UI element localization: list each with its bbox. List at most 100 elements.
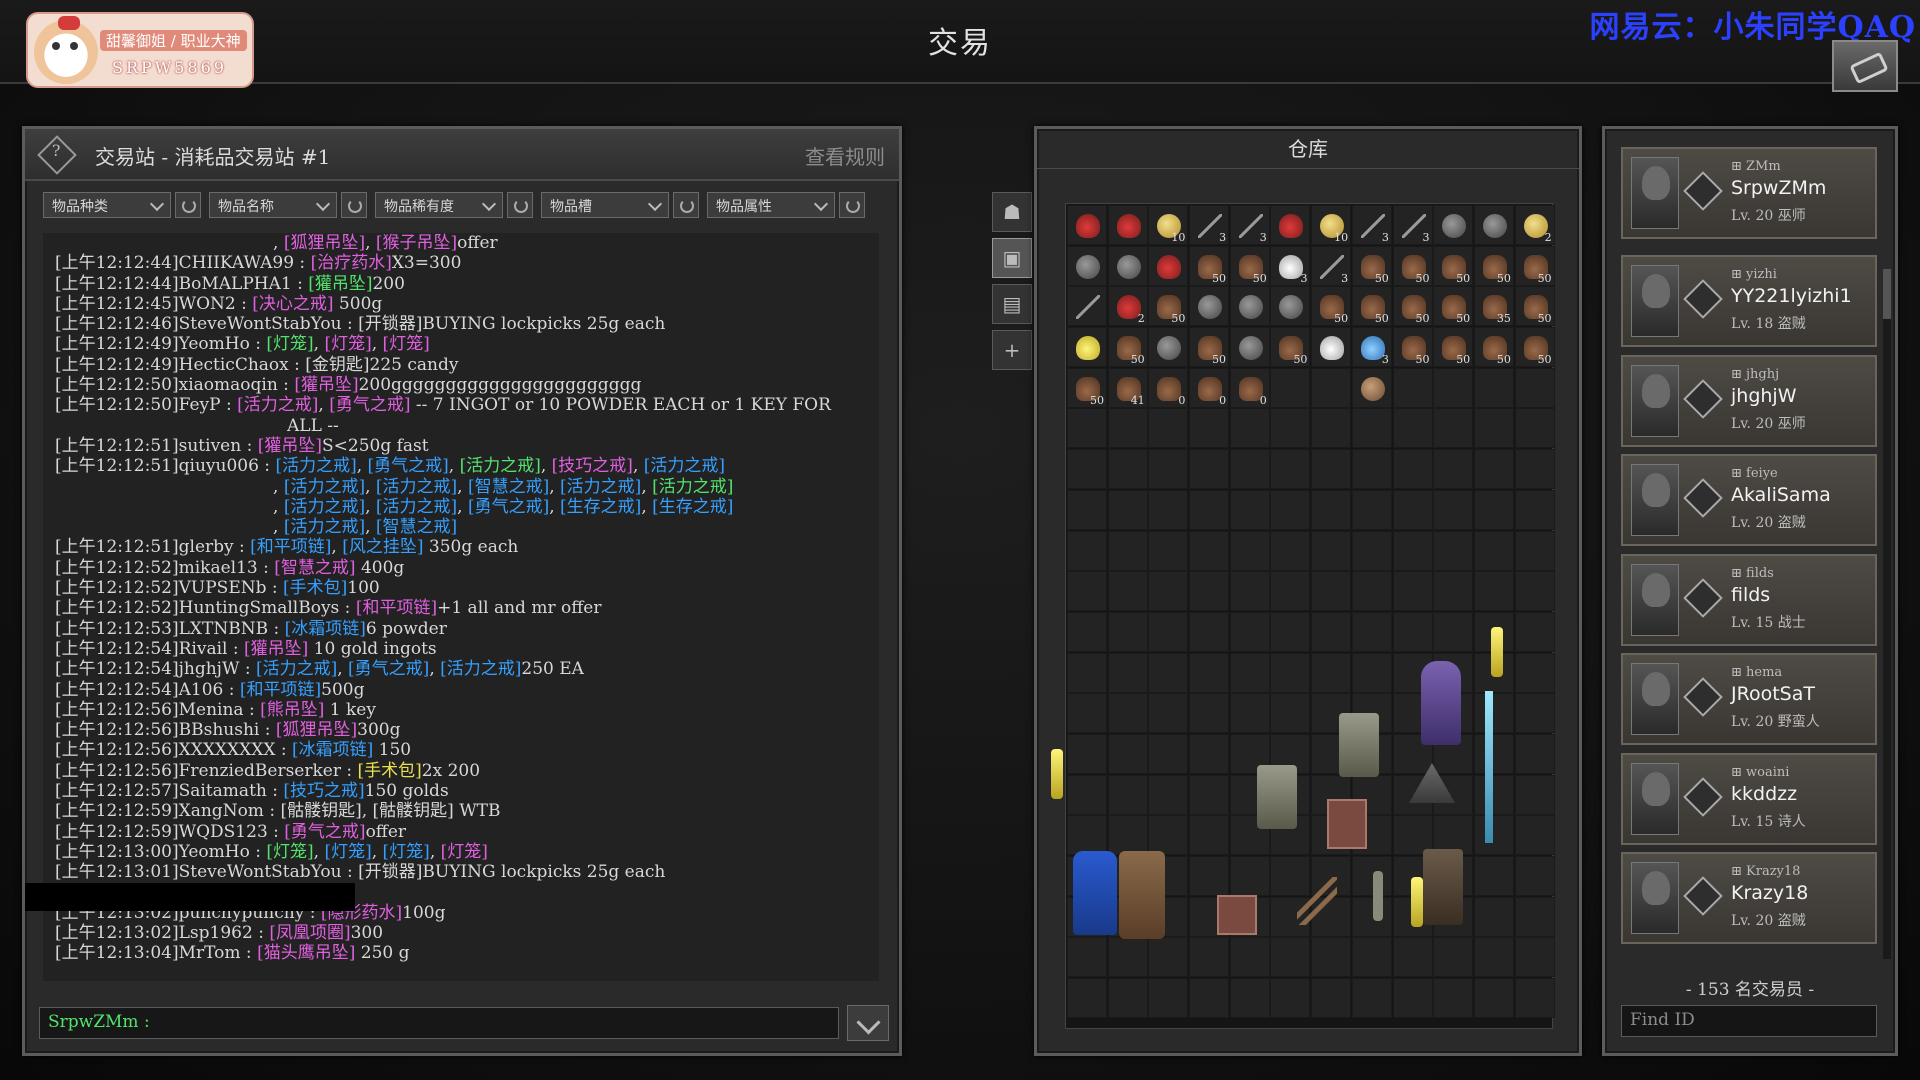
- item-link[interactable]: [活力之戒]: [284, 517, 365, 537]
- storage-slot[interactable]: [1148, 774, 1189, 815]
- trader-row[interactable]: ⊞ filds filds Lv. 15 战士: [1621, 553, 1877, 646]
- item-link[interactable]: [冰霜项链]: [285, 619, 366, 639]
- storage-slot[interactable]: [1229, 327, 1270, 368]
- storage-slot[interactable]: [1229, 449, 1270, 490]
- storage-slot[interactable]: [1107, 571, 1148, 612]
- storage-slot[interactable]: [1392, 367, 1433, 408]
- storage-slot[interactable]: [1514, 774, 1555, 815]
- storage-slot[interactable]: [1514, 815, 1555, 856]
- refresh-icon[interactable]: [507, 192, 533, 218]
- storage-slot[interactable]: [1473, 571, 1514, 612]
- item-link[interactable]: [活力之戒]: [644, 456, 725, 476]
- storage-slot[interactable]: [1067, 408, 1107, 449]
- storage-slot[interactable]: [1514, 408, 1555, 449]
- storage-slot[interactable]: [1229, 571, 1270, 612]
- storage-slot[interactable]: 50: [1392, 245, 1433, 286]
- spellbook-item[interactable]: [1217, 895, 1257, 935]
- storage-slot[interactable]: [1270, 286, 1311, 327]
- storage-slot[interactable]: [1351, 367, 1392, 408]
- storage-slot[interactable]: [1107, 937, 1148, 978]
- storage-slot[interactable]: [1311, 408, 1352, 449]
- item-link[interactable]: [勇气之戒]: [368, 456, 449, 476]
- item-link[interactable]: [手术包]: [358, 761, 422, 781]
- storage-slot[interactable]: [1148, 489, 1189, 530]
- item-link[interactable]: [智慧之戒]: [468, 477, 549, 497]
- item-link[interactable]: [冰霜项链]: [292, 740, 373, 760]
- item-link[interactable]: [活力之戒]: [256, 659, 337, 679]
- storage-slot[interactable]: [1270, 571, 1311, 612]
- storage-slot[interactable]: [1433, 408, 1474, 449]
- storage-slot[interactable]: [1433, 937, 1474, 978]
- storage-slot[interactable]: [1473, 205, 1514, 245]
- item-link[interactable]: [活力之戒]: [460, 456, 541, 476]
- spellbook-item[interactable]: [1327, 799, 1367, 849]
- item-link[interactable]: [和平项链]: [250, 537, 331, 557]
- storage-slot[interactable]: [1473, 733, 1514, 774]
- storage-slot[interactable]: [1392, 571, 1433, 612]
- storage-slot[interactable]: [1189, 937, 1230, 978]
- item-link[interactable]: [狐狸吊坠]: [276, 720, 357, 740]
- storage-slot[interactable]: [1311, 489, 1352, 530]
- item-link[interactable]: [獾吊坠]: [308, 274, 372, 294]
- storage-slot[interactable]: [1067, 611, 1107, 652]
- storage-slot[interactable]: [1514, 693, 1555, 734]
- storage-slot[interactable]: [1473, 978, 1514, 1019]
- storage-slot[interactable]: [1311, 937, 1352, 978]
- item-link[interactable]: [智慧之戒]: [376, 517, 457, 537]
- filter-rarity[interactable]: 物品稀有度: [375, 192, 503, 218]
- storage-slot[interactable]: [1351, 856, 1392, 896]
- storage-slot[interactable]: [1229, 856, 1270, 896]
- arrows-item[interactable]: [1297, 877, 1337, 925]
- storage-slot[interactable]: [1311, 978, 1352, 1019]
- storage-slot[interactable]: [1270, 449, 1311, 490]
- storage-slot[interactable]: [1473, 367, 1514, 408]
- storage-slot[interactable]: [1067, 530, 1107, 571]
- item-link[interactable]: [生存之戒]: [652, 497, 733, 517]
- storage-slot[interactable]: [1107, 205, 1148, 245]
- item-link[interactable]: [勇气之戒]: [468, 497, 549, 517]
- storage-slot[interactable]: [1189, 733, 1230, 774]
- storage-slot[interactable]: 50: [1473, 327, 1514, 368]
- storage-slot[interactable]: [1311, 652, 1352, 693]
- chat-input[interactable]: SrpwZMm :: [39, 1007, 839, 1039]
- item-link[interactable]: [勇气之戒]: [329, 395, 410, 415]
- storage-slot[interactable]: [1229, 408, 1270, 449]
- storage-slot[interactable]: [1270, 408, 1311, 449]
- storage-slot[interactable]: [1067, 205, 1107, 245]
- storage-slot[interactable]: [1351, 408, 1392, 449]
- storage-slot[interactable]: [1311, 611, 1352, 652]
- storage-slot[interactable]: [1189, 408, 1230, 449]
- storage-slot[interactable]: [1270, 530, 1311, 571]
- tab-storage-icon[interactable]: ▤: [992, 284, 1032, 324]
- storage-slot[interactable]: [1148, 449, 1189, 490]
- storage-slot[interactable]: [1148, 408, 1189, 449]
- item-link[interactable]: [生存之戒]: [560, 497, 641, 517]
- vial-item[interactable]: [1411, 877, 1423, 927]
- storage-slot[interactable]: [1229, 286, 1270, 327]
- storage-slot[interactable]: [1351, 896, 1392, 937]
- storage-slot[interactable]: [1311, 367, 1352, 408]
- storage-slot[interactable]: 50: [1148, 286, 1189, 327]
- storage-slot[interactable]: [1229, 530, 1270, 571]
- trader-row[interactable]: ⊞ jhghj jhghjW Lv. 20 巫师: [1621, 354, 1877, 447]
- storage-slot[interactable]: [1473, 856, 1514, 896]
- storage-slot[interactable]: [1107, 449, 1148, 490]
- storage-slot[interactable]: [1392, 937, 1433, 978]
- storage-slot[interactable]: [1107, 774, 1148, 815]
- storage-slot[interactable]: [1229, 937, 1270, 978]
- storage-slot[interactable]: [1148, 571, 1189, 612]
- vial-item[interactable]: [1491, 627, 1503, 677]
- tab-add-icon[interactable]: +: [992, 330, 1032, 370]
- storage-slot[interactable]: 50: [1351, 286, 1392, 327]
- storage-slot[interactable]: 0: [1229, 367, 1270, 408]
- storage-slot[interactable]: 41: [1107, 367, 1148, 408]
- item-link[interactable]: [灯笼]: [266, 334, 313, 354]
- storage-slot[interactable]: [1189, 856, 1230, 896]
- storage-slot[interactable]: [1392, 611, 1433, 652]
- storage-slot[interactable]: [1107, 245, 1148, 286]
- storage-slot[interactable]: [1107, 978, 1148, 1019]
- storage-slot[interactable]: [1473, 937, 1514, 978]
- storage-slot[interactable]: [1473, 774, 1514, 815]
- storage-slot[interactable]: [1189, 978, 1230, 1019]
- item-link[interactable]: [活力之戒]: [560, 477, 641, 497]
